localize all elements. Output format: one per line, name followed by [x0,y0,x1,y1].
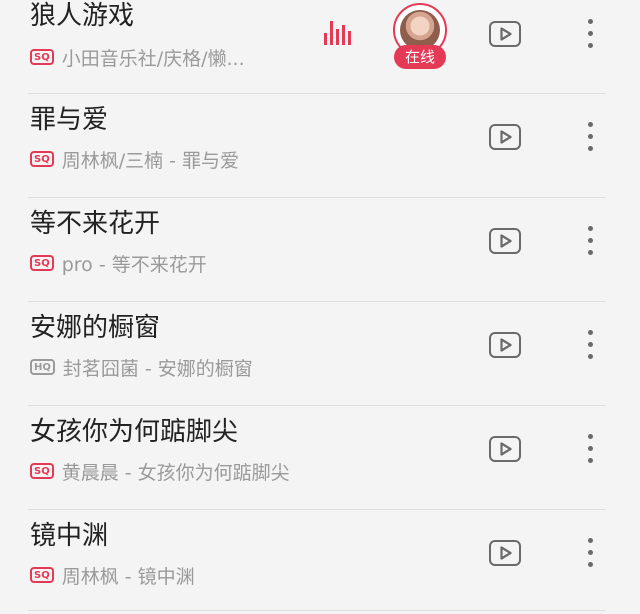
song-list: 狼人游戏 SQ 小田音乐社/庆格/懒... 在线 罪与爱 SQ 周林枫/三楠 -… [0,0,640,611]
song-title: 罪与爱 [30,105,109,135]
play-video-icon[interactable] [489,228,521,254]
avatar [400,10,440,50]
quality-badge: SQ [30,49,54,65]
quality-badge: HQ [30,359,55,375]
more-vertical-icon[interactable] [578,533,602,573]
song-title: 狼人游戏 [30,1,135,31]
song-row[interactable]: 镜中渊 SQ 周林枫 - 镜中渊 [0,510,640,614]
song-subtitle-line: SQ 周林枫 - 镜中渊 [30,563,195,588]
song-subtitle-line: SQ 周林枫/三楠 - 罪与爱 [30,147,240,172]
song-title: 等不来花开 [30,209,161,239]
quality-badge: SQ [30,463,54,479]
play-video-icon[interactable] [489,436,521,462]
more-vertical-icon[interactable] [578,117,602,157]
song-title: 女孩你为何踮脚尖 [30,417,239,447]
more-vertical-icon[interactable] [578,14,602,54]
play-video-icon[interactable] [489,540,521,566]
song-row[interactable]: 等不来花开 SQ pro - 等不来花开 [0,198,640,302]
song-row[interactable]: 罪与爱 SQ 周林枫/三楠 - 罪与爱 [0,94,640,198]
quality-badge: SQ [30,255,54,271]
song-subtitle-line: SQ 黄晨晨 - 女孩你为何踮脚尖 [30,459,290,484]
song-title: 安娜的橱窗 [30,313,161,343]
online-avatar[interactable]: 在线 [391,3,451,71]
more-vertical-icon[interactable] [578,325,602,365]
online-label: 在线 [394,45,446,69]
song-row[interactable]: 安娜的橱窗 HQ 封茗囧菌 - 安娜的橱窗 [0,302,640,406]
play-video-icon[interactable] [489,332,521,358]
song-row[interactable]: 女孩你为何踮脚尖 SQ 黄晨晨 - 女孩你为何踮脚尖 [0,406,640,510]
song-title: 镜中渊 [30,521,109,551]
song-row[interactable]: 狼人游戏 SQ 小田音乐社/庆格/懒... 在线 [0,0,640,94]
more-vertical-icon[interactable] [578,221,602,261]
song-artist-album: 周林枫 - 镜中渊 [61,565,195,588]
song-subtitle-line: SQ 小田音乐社/庆格/懒... [30,45,245,70]
equalizer-icon [324,21,352,45]
song-artist-album: 小田音乐社/庆格/懒... [61,47,245,70]
more-vertical-icon[interactable] [578,429,602,469]
quality-badge: SQ [30,151,54,167]
song-subtitle-line: SQ pro - 等不来花开 [30,251,207,276]
play-video-icon[interactable] [489,21,521,47]
song-artist-album: 周林枫/三楠 - 罪与爱 [61,149,240,172]
song-artist-album: 封茗囧菌 - 安娜的橱窗 [62,357,253,380]
play-video-icon[interactable] [489,124,521,150]
song-artist-album: 黄晨晨 - 女孩你为何踮脚尖 [61,461,290,484]
song-artist-album: pro - 等不来花开 [61,253,207,276]
song-subtitle-line: HQ 封茗囧菌 - 安娜的橱窗 [30,355,253,380]
quality-badge: SQ [30,567,54,583]
